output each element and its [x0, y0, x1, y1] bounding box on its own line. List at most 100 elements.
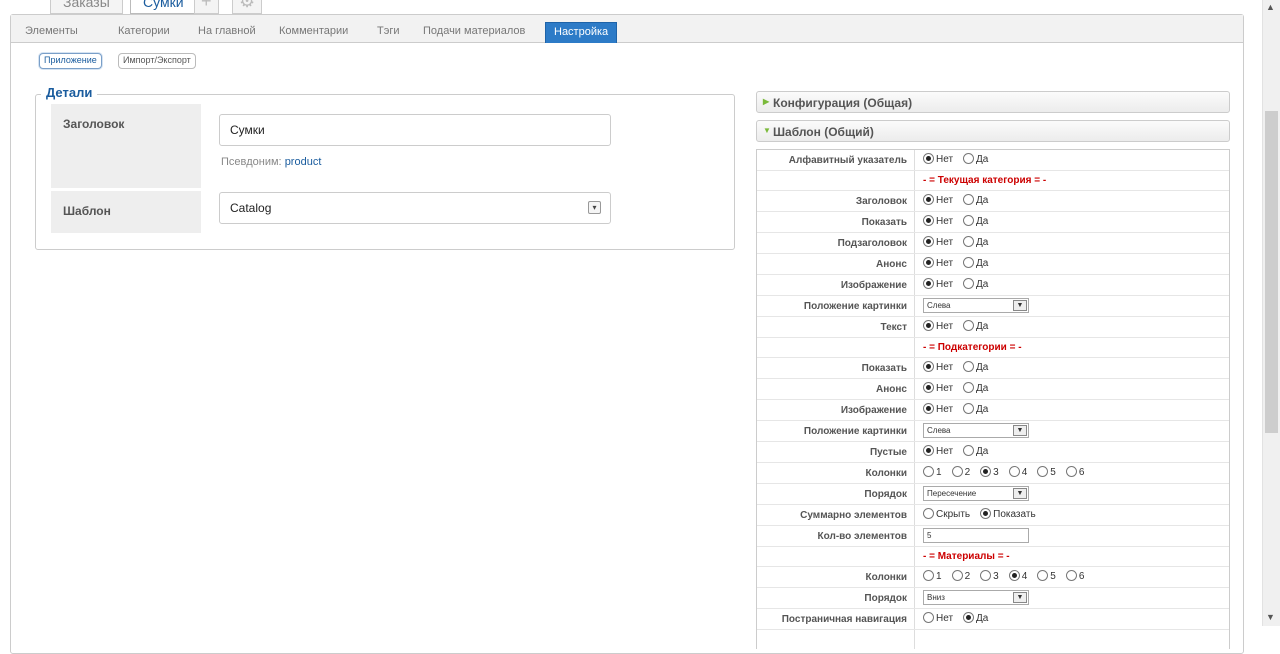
accordion-template[interactable]: ▼ Шаблон (Общий): [756, 120, 1230, 142]
template-params-table: Алфавитный указатель Нет Да - = Текущая к…: [756, 149, 1230, 649]
tab-categories[interactable]: Категории: [118, 25, 170, 37]
radio-no[interactable]: Нет: [923, 236, 953, 248]
param-label: Показать: [861, 217, 907, 228]
radio-checked-icon: [923, 445, 934, 456]
param-row-sub-show: Показать Нет Да: [757, 358, 1229, 379]
radio-col-3[interactable]: 3: [980, 570, 999, 582]
radio-no[interactable]: Нет: [923, 612, 953, 624]
radio-checked-icon: [980, 508, 992, 519]
tab-comments[interactable]: Комментарии: [279, 25, 348, 37]
radio-col-5[interactable]: 5: [1037, 466, 1056, 478]
param-label: Изображение: [840, 280, 907, 291]
radio-yes[interactable]: Да: [963, 320, 988, 332]
chevron-down-icon: ▼: [1013, 300, 1027, 311]
radio-label: 1: [936, 571, 942, 582]
accordion-config[interactable]: ▶ Конфигурация (Общая): [756, 91, 1230, 113]
param-row-sub-image: Изображение Нет Да: [757, 400, 1229, 421]
param-label: Анонс: [876, 259, 907, 270]
items-count-input[interactable]: 5: [923, 528, 1029, 543]
settings-app-button[interactable]: ⚙: [232, 0, 263, 14]
radio-yes[interactable]: Да: [963, 194, 988, 206]
tab-config[interactable]: Настройка: [545, 22, 618, 43]
radio-col-2[interactable]: 2: [951, 466, 971, 478]
radio-no[interactable]: Нет: [923, 215, 953, 227]
pill-import-export[interactable]: Импорт/Экспорт: [118, 53, 196, 69]
radio-unchecked-icon: [963, 361, 975, 372]
radio-hide[interactable]: Скрыть: [923, 508, 970, 520]
radio-yes[interactable]: Да: [963, 278, 988, 290]
radio-checked-icon: [923, 257, 934, 268]
radio-no[interactable]: Нет: [923, 278, 953, 290]
radio-col-6[interactable]: 6: [1065, 570, 1085, 582]
radio-col-3[interactable]: 3: [980, 466, 999, 478]
tab-submissions[interactable]: Подачи материалов: [423, 25, 525, 37]
radio-col-1[interactable]: 1: [923, 466, 942, 478]
scroll-up-icon[interactable]: ▲: [1266, 2, 1275, 12]
tab-frontpage[interactable]: На главной: [198, 25, 256, 37]
tab-orders[interactable]: Заказы: [50, 0, 123, 14]
radio-yes[interactable]: Да: [963, 403, 988, 415]
radio-yes[interactable]: Да: [963, 257, 988, 269]
radio-show[interactable]: Показать: [980, 508, 1036, 520]
radio-col-1[interactable]: 1: [923, 570, 942, 582]
radio-unchecked-icon: [963, 215, 975, 226]
tab-items[interactable]: Элементы: [25, 25, 78, 37]
radio-label: Нет: [936, 237, 954, 248]
param-input-wrap: 5: [923, 528, 1029, 543]
radio-label: Нет: [936, 383, 954, 394]
radio-no[interactable]: Нет: [923, 320, 953, 332]
title-input[interactable]: Сумки: [219, 114, 611, 146]
param-select-wrap: Пересечение ▼: [923, 486, 1029, 501]
plus-icon: +: [201, 0, 212, 11]
scroll-down-icon[interactable]: ▼: [1266, 612, 1275, 622]
radio-yes[interactable]: Да: [963, 612, 988, 624]
order-select[interactable]: Пересечение ▼: [923, 486, 1029, 501]
radio-no[interactable]: Нет: [923, 361, 953, 373]
param-label: Пустые: [869, 447, 907, 458]
radio-unchecked-icon: [963, 382, 975, 393]
param-label: Колонки: [865, 468, 907, 479]
radio-checked-icon: [1008, 570, 1020, 581]
radio-yes[interactable]: Да: [963, 445, 988, 457]
radio-checked-icon: [923, 361, 934, 372]
tab-bags[interactable]: Сумки: [130, 0, 197, 14]
scroll-thumb[interactable]: [1265, 111, 1278, 433]
radio-yes[interactable]: Да: [963, 382, 988, 394]
radio-col-2[interactable]: 2: [951, 570, 970, 582]
page-scrollbar[interactable]: ▲ ▼: [1262, 0, 1280, 626]
select-value: Вниз: [927, 593, 945, 602]
radio-col-6[interactable]: 6: [1065, 466, 1085, 478]
radio-col-4[interactable]: 4: [1008, 466, 1027, 478]
radio-col-5[interactable]: 5: [1037, 570, 1056, 582]
tab-tags[interactable]: Тэги: [377, 25, 400, 37]
app-tabs: Заказы Сумки + ⚙: [0, 0, 1262, 14]
param-row-items-columns: Колонки 1 2 3 4 5 6: [757, 567, 1229, 588]
radio-yes[interactable]: Да: [963, 153, 988, 165]
radio-no[interactable]: Нет: [923, 194, 953, 206]
radio-no[interactable]: Нет: [923, 153, 953, 165]
image-position-select[interactable]: Слева ▼: [923, 298, 1029, 313]
radio-label: 6: [1078, 467, 1085, 478]
radio-no[interactable]: Нет: [923, 445, 953, 457]
radio-yes[interactable]: Да: [963, 361, 988, 373]
param-row-show: Показать Нет Да: [757, 212, 1229, 233]
radio-col-4[interactable]: 4: [1008, 570, 1027, 582]
radio-label: 6: [1078, 571, 1085, 582]
radio-group: Нет Да: [923, 215, 998, 227]
radio-no[interactable]: Нет: [923, 257, 953, 269]
radio-label: 3: [993, 571, 999, 582]
radio-no[interactable]: Нет: [923, 382, 953, 394]
radio-yes[interactable]: Да: [963, 215, 988, 227]
radio-yes[interactable]: Да: [963, 236, 988, 248]
image-position-select[interactable]: Слева ▼: [923, 423, 1029, 438]
radio-label: 2: [964, 467, 971, 478]
radio-unchecked-icon: [963, 153, 975, 164]
items-order-select[interactable]: Вниз ▼: [923, 590, 1029, 605]
alias-value[interactable]: product: [285, 156, 322, 168]
radio-unchecked-icon: [963, 236, 975, 247]
template-select[interactable]: Catalog ▾: [219, 192, 611, 224]
pill-application[interactable]: Приложение: [39, 53, 102, 69]
radio-no[interactable]: Нет: [923, 403, 953, 415]
param-label: Анонс: [876, 384, 907, 395]
add-app-button[interactable]: +: [194, 0, 219, 14]
